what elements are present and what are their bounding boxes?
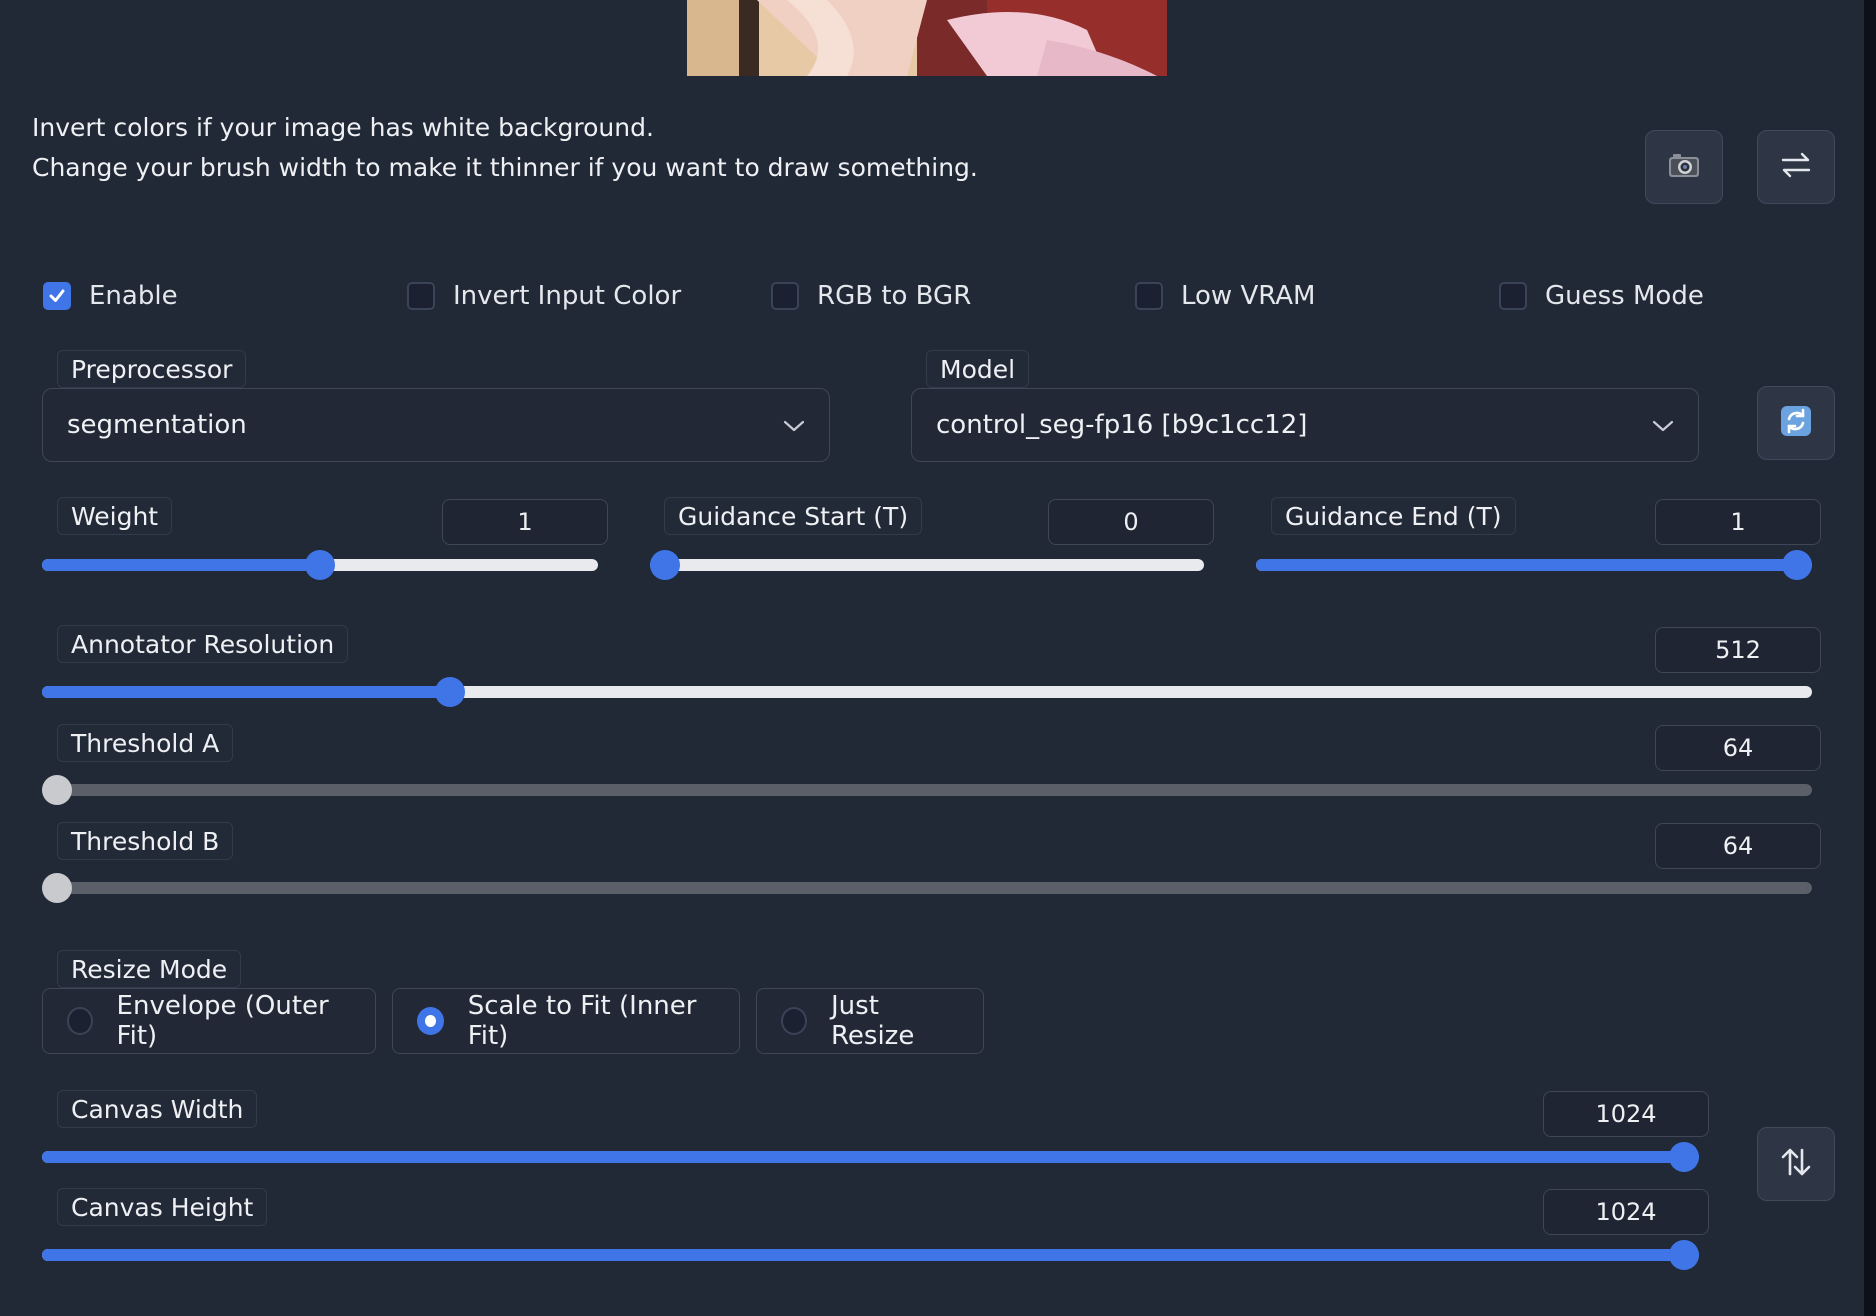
checkbox-box[interactable]	[1135, 282, 1163, 310]
enable-checkbox[interactable]: Enable	[43, 278, 178, 314]
input-image-preview[interactable]	[687, 0, 1167, 76]
checkbox-box[interactable]	[43, 282, 71, 310]
swap-vertical-icon	[1780, 1147, 1812, 1181]
scrollbar-track[interactable]	[1864, 0, 1876, 1316]
weight-slider[interactable]	[42, 550, 598, 580]
help-text-line-2: Change your brush width to make it thinn…	[32, 153, 978, 182]
canvas-height-slider[interactable]	[42, 1240, 1699, 1270]
resize-mode-label: Resize Mode	[57, 950, 242, 988]
guidance-start-input[interactable]: 0	[1048, 499, 1214, 545]
checkbox-label: Enable	[89, 281, 178, 311]
threshold-b-label: Threshold B	[57, 822, 234, 860]
slider-thumb[interactable]	[1669, 1240, 1699, 1270]
swap-arrows-icon	[1780, 152, 1812, 182]
threshold-a-slider[interactable]	[42, 775, 1812, 805]
swap-button[interactable]	[1757, 130, 1835, 204]
slider-thumb[interactable]	[42, 873, 72, 903]
canvas-width-slider[interactable]	[42, 1142, 1699, 1172]
canvas-width-label: Canvas Width	[57, 1090, 258, 1128]
resize-mode-scale-to-fit-option[interactable]: Scale to Fit (Inner Fit)	[392, 988, 740, 1054]
canvas-height-input[interactable]: 1024	[1543, 1189, 1709, 1235]
annotator-resolution-label: Annotator Resolution	[57, 625, 349, 663]
weight-input[interactable]: 1	[442, 499, 608, 545]
checkbox-label: Invert Input Color	[453, 281, 682, 311]
preprocessor-value: segmentation	[67, 410, 247, 440]
help-text: Invert colors if your image has white ba…	[32, 108, 978, 188]
weight-label: Weight	[57, 497, 173, 535]
slider-thumb[interactable]	[1669, 1142, 1699, 1172]
radio-button[interactable]	[67, 1007, 93, 1035]
guess-mode-checkbox[interactable]: Guess Mode	[1499, 278, 1704, 314]
guidance-start-label: Guidance Start (T)	[664, 497, 923, 535]
canvas-height-label: Canvas Height	[57, 1188, 268, 1226]
resize-mode-envelope-option[interactable]: Envelope (Outer Fit)	[42, 988, 376, 1054]
annotator-resolution-input[interactable]: 512	[1655, 627, 1821, 673]
checkbox-box[interactable]	[771, 282, 799, 310]
camera-icon	[1668, 152, 1700, 182]
radio-label: Envelope (Outer Fit)	[116, 991, 329, 1051]
slider-thumb[interactable]	[650, 550, 680, 580]
invert-input-color-checkbox[interactable]: Invert Input Color	[407, 278, 681, 314]
checkbox-label: Low VRAM	[1181, 281, 1316, 311]
canvas-width-input[interactable]: 1024	[1543, 1091, 1709, 1137]
model-dropdown[interactable]: control_seg-fp16 [b9c1cc12]	[911, 388, 1699, 462]
chevron-down-icon	[783, 410, 805, 440]
radio-label: Scale to Fit (Inner Fit)	[467, 991, 697, 1051]
annotator-resolution-slider[interactable]	[42, 677, 1812, 707]
refresh-models-button[interactable]	[1757, 386, 1835, 460]
model-label: Model	[926, 350, 1030, 388]
checkbox-label: Guess Mode	[1545, 281, 1704, 311]
help-text-line-1: Invert colors if your image has white ba…	[32, 113, 654, 142]
threshold-b-slider[interactable]	[42, 873, 1812, 903]
threshold-a-label: Threshold A	[57, 724, 234, 762]
preprocessor-dropdown[interactable]: segmentation	[42, 388, 830, 462]
refresh-icon	[1780, 405, 1812, 441]
guidance-end-slider[interactable]	[1256, 550, 1812, 580]
guidance-start-slider[interactable]	[650, 550, 1204, 580]
guidance-end-input[interactable]: 1	[1655, 499, 1821, 545]
threshold-a-input[interactable]: 64	[1655, 725, 1821, 771]
radio-button[interactable]	[781, 1007, 808, 1035]
checkbox-box[interactable]	[1499, 282, 1527, 310]
low-vram-checkbox[interactable]: Low VRAM	[1135, 278, 1315, 314]
guidance-end-label: Guidance End (T)	[1271, 497, 1516, 535]
rgb-to-bgr-checkbox[interactable]: RGB to BGR	[771, 278, 971, 314]
chevron-down-icon	[1652, 410, 1674, 440]
slider-thumb[interactable]	[1782, 550, 1812, 580]
checkbox-label: RGB to BGR	[817, 281, 972, 311]
radio-button[interactable]	[417, 1007, 444, 1035]
model-value: control_seg-fp16 [b9c1cc12]	[936, 410, 1308, 440]
threshold-b-input[interactable]: 64	[1655, 823, 1821, 869]
swap-dimensions-button[interactable]	[1757, 1127, 1835, 1201]
slider-thumb[interactable]	[305, 550, 335, 580]
preprocessor-label: Preprocessor	[57, 350, 247, 388]
slider-thumb[interactable]	[42, 775, 72, 805]
radio-label: Just Resize	[831, 991, 915, 1051]
camera-button[interactable]	[1645, 130, 1723, 204]
resize-mode-just-resize-option[interactable]: Just Resize	[756, 988, 984, 1054]
checkbox-box[interactable]	[407, 282, 435, 310]
slider-thumb[interactable]	[435, 677, 465, 707]
